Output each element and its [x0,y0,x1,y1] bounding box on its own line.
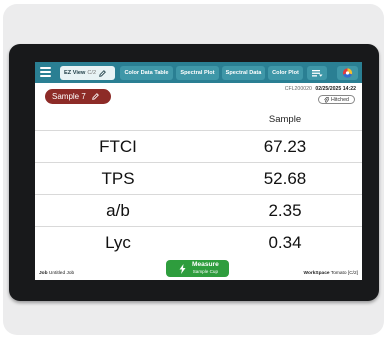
row-label: a/b [106,201,130,220]
job-info: Job Untitled Job [39,271,74,276]
color-wheel-icon [342,68,353,78]
table-row: a/b 2.35 [35,194,362,226]
paperclip-icon [324,96,330,103]
row-label: FTCI [99,137,137,156]
job-value: Untitled Job [48,271,75,276]
sample-label: Sample 7 [52,92,86,101]
table-row: TPS 52.68 [35,162,362,194]
color-wheel-button[interactable] [337,66,358,80]
hitched-label: Hitched [331,96,349,103]
measure-button[interactable]: Measure Sample Cup [166,260,229,277]
row-label: TPS [101,169,135,188]
pencil-icon [91,93,99,100]
measure-sub-label: Sample Cup [192,269,219,274]
tab-spectral-data[interactable]: Spectral Data [222,66,265,80]
tab-color-plot[interactable]: Color Plot [268,66,303,80]
table-row: FTCI 67.23 [35,130,362,162]
instrument-id: CFL200020 [284,86,312,92]
instrument-meta: CFL200020 02/25/2025 14:22 [285,86,356,92]
tab-label: EZ View [64,70,86,76]
tab-sub-label: C/2 [87,70,97,76]
hitched-badge[interactable]: Hitched [318,95,355,104]
tab-label: Spectral Plot [180,70,215,76]
sample-status-row: Sample 7 CFL200020 02/25/2025 14:22 Hitc… [35,83,362,108]
row-value: 2.35 [268,201,302,220]
column-header: Sample [268,114,302,125]
tab-label: Color Data Table [124,70,169,76]
row-label: Lyc [105,233,131,252]
workspace-key: WorkSpace [303,271,330,276]
tab-ez-view[interactable]: EZ View C/2 [60,66,115,80]
row-value: 67.23 [263,137,307,156]
list-filter-icon [312,70,323,77]
table-row: Lyc 0.34 [35,226,362,258]
row-value: 52.68 [263,169,307,188]
tab-color-data-table[interactable]: Color Data Table [120,66,173,80]
measure-label: Measure [192,261,219,269]
job-key: Job [39,271,48,276]
tablet-screen: EZ View C/2 Color Data Table Spectral Pl… [35,62,362,280]
tab-more[interactable] [307,66,327,80]
tab-label: Spectral Data [225,70,262,76]
lightning-icon [179,263,186,274]
pencil-icon[interactable] [99,69,106,77]
workspace-info: WorkSpace Tomato [C/2] [304,271,359,276]
sample-selector[interactable]: Sample 7 [45,89,111,104]
tab-spectral-plot[interactable]: Spectral Plot [176,66,219,80]
row-value: 0.34 [268,233,302,252]
menu-icon[interactable] [40,67,51,78]
timestamp: 02/25/2025 14:22 [315,86,356,92]
workspace-value: Tomato [C/2] [330,271,358,276]
tab-label: Color Plot [272,70,299,76]
tab-bar: EZ View C/2 Color Data Table Spectral Pl… [35,62,362,83]
